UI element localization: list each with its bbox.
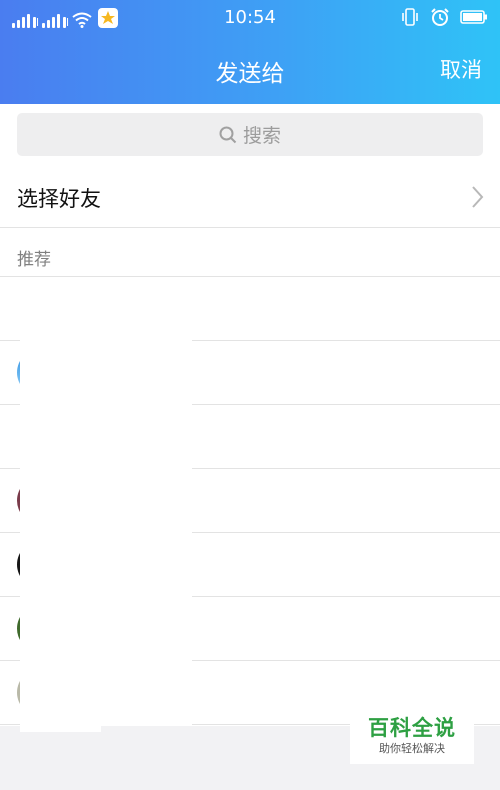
redaction-block <box>20 726 101 732</box>
search-placeholder: 搜索 <box>242 125 281 147</box>
battery-icon <box>460 10 487 24</box>
select-friend-row[interactable]: 选择好友 <box>0 166 500 228</box>
alarm-icon <box>431 8 449 26</box>
watermark-subtitle: 助你轻松解决 <box>379 742 445 755</box>
page-title: 发送给 <box>215 61 285 87</box>
recommended-section-header: 推荐 <box>0 228 500 277</box>
search-input[interactable]: 搜索 <box>17 113 483 156</box>
status-bar: ll ll 10:54 <box>0 0 500 36</box>
vibrate-icon <box>402 8 418 26</box>
select-friend-label: 选择好友 <box>17 187 101 211</box>
watermark-title: 百科全说 <box>368 716 456 740</box>
watermark-logo: 百科全说 助你轻松解决 <box>350 712 474 764</box>
cancel-button[interactable]: 取消 <box>440 54 482 84</box>
app-header: ll ll 10:54 发送给 取消 <box>0 0 500 104</box>
chevron-right-icon <box>472 186 484 208</box>
recommended-label: 推荐 <box>17 250 51 270</box>
redaction-block <box>20 300 192 732</box>
status-right-group <box>400 7 488 27</box>
search-icon <box>219 126 237 143</box>
